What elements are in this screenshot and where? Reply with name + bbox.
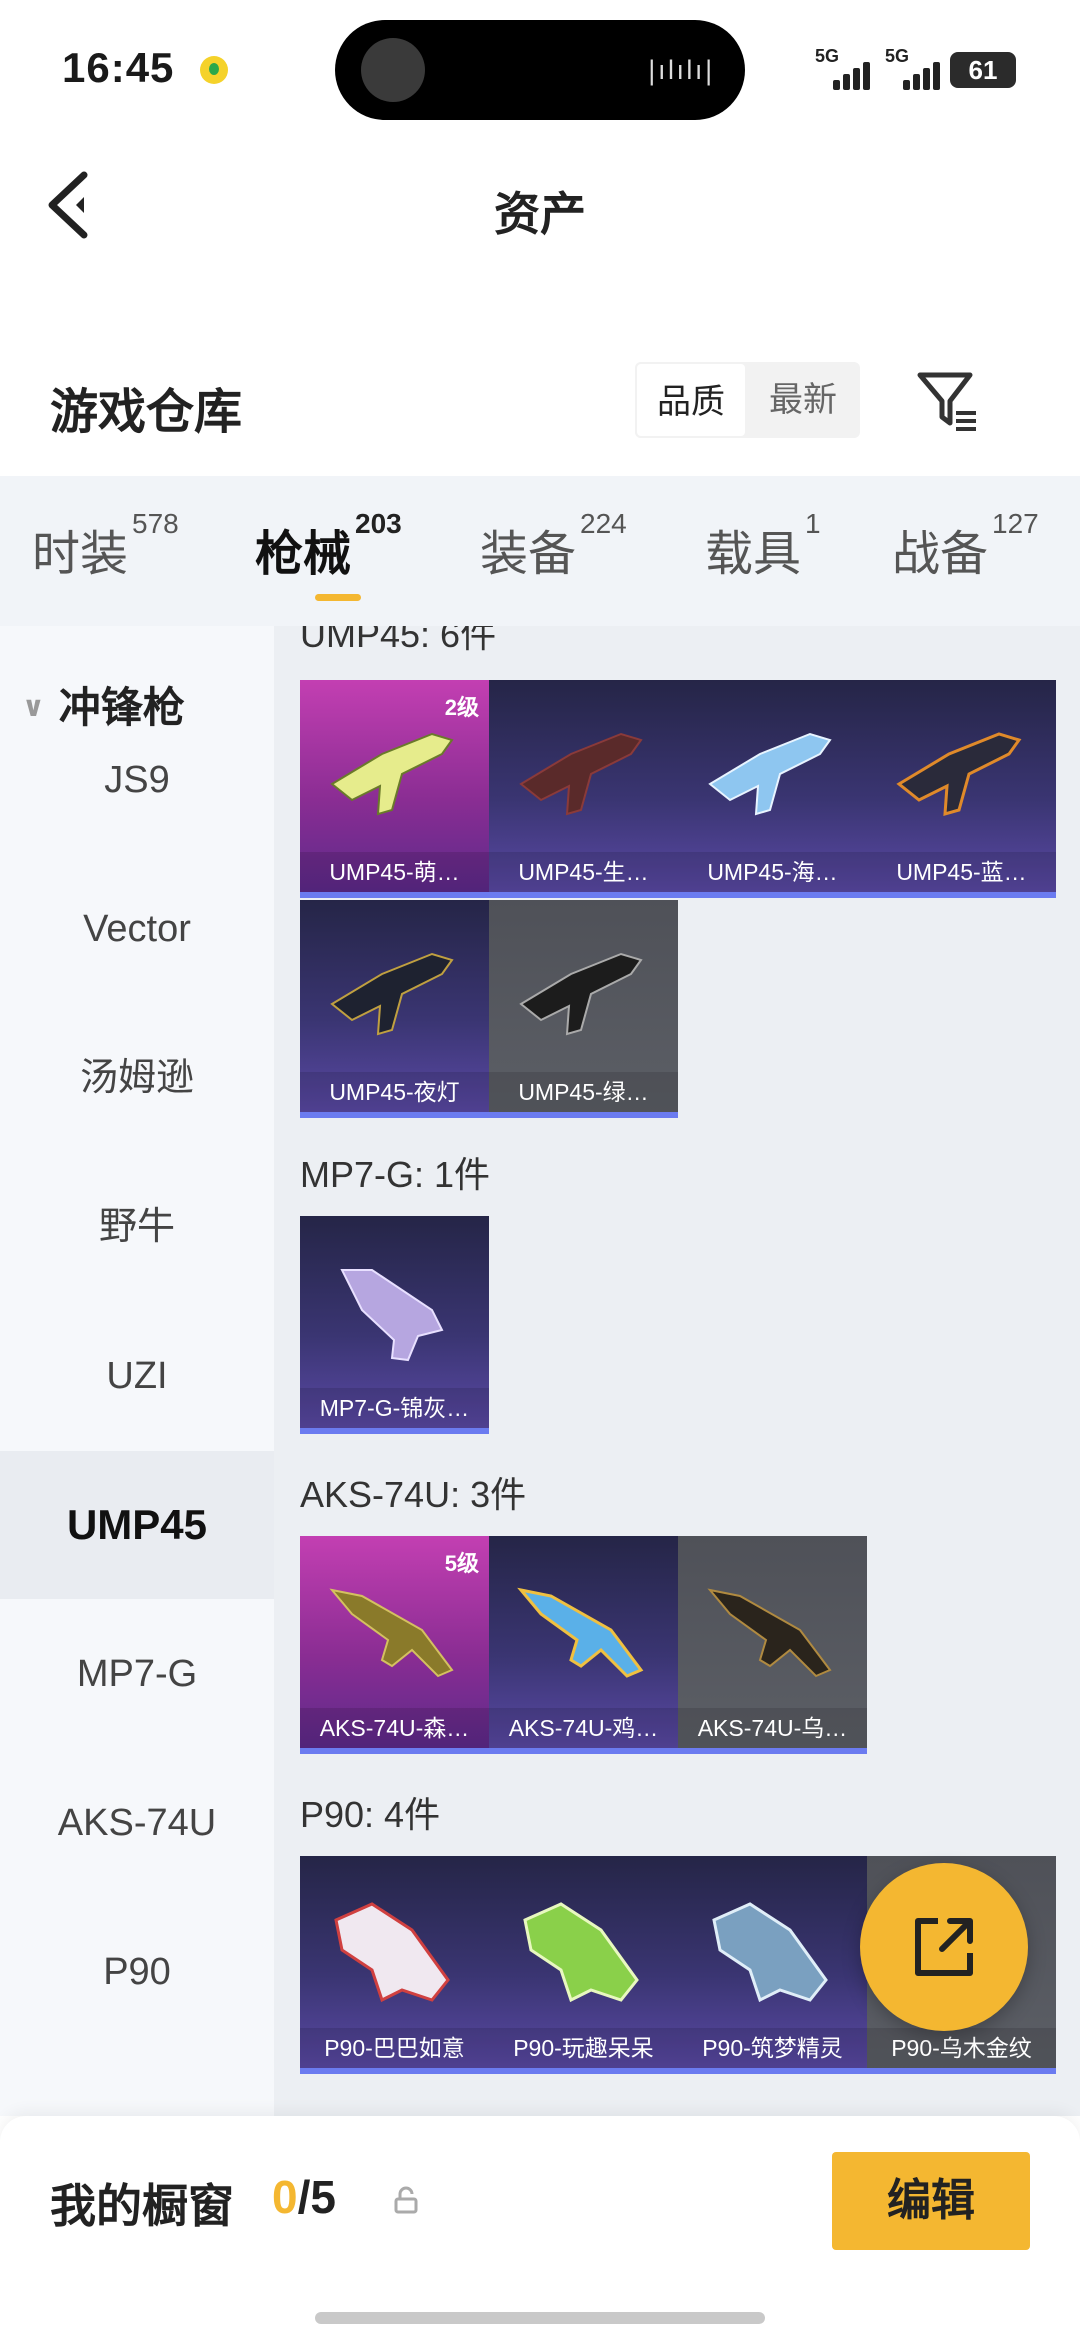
weapon-name: UMP45-海… <box>678 852 867 892</box>
tab-guns-label: 枪械 <box>255 528 352 581</box>
network-type-2: 5G <box>885 46 910 66</box>
tab-combat-gear-count: 127 <box>992 508 1039 539</box>
sidebar-item-ump45[interactable]: UMP45 <box>0 1451 274 1599</box>
gun-icon <box>329 1588 454 1678</box>
share-button[interactable] <box>860 1863 1028 2031</box>
warehouse-title: 游戏仓库 <box>50 386 243 439</box>
sidebar-item-uzi[interactable]: UZI <box>0 1302 274 1450</box>
gun-icon <box>523 1902 639 2003</box>
tab-vehicles-label: 载具 <box>705 528 802 581</box>
gun-icon <box>330 952 454 1036</box>
weapon-card[interactable]: UMP45-海… <box>678 680 867 898</box>
weapon-name: AKS-74U-森… <box>300 1708 489 1748</box>
filter-icon <box>917 372 976 431</box>
weapon-name: P90-巴巴如意 <box>300 2028 489 2068</box>
weapon-card[interactable]: 5级 AKS-74U-森… <box>300 1536 489 1754</box>
gun-icon <box>712 1902 828 2003</box>
weapon-card[interactable]: P90-筑梦精灵 <box>678 1856 867 2074</box>
tab-outfit-label: 时装 <box>32 528 129 581</box>
gun-icon <box>896 732 1022 817</box>
signal-icon-1: 5G <box>815 46 875 90</box>
page-title: 资产 <box>494 188 586 240</box>
sort-newest-button[interactable]: 最新 <box>747 362 859 438</box>
audio-wave-icon: |ılılı| <box>647 56 715 86</box>
weapon-type-sidebar: ∨ 冲锋枪 JS9 Vector 汤姆逊 野牛 UZI UMP45 MP7-G A… <box>0 626 274 2116</box>
weapon-name: UMP45-萌… <box>300 852 489 892</box>
weapon-name: P90-玩趣呆呆 <box>489 2028 678 2068</box>
sort-toggle: 品质 最新 <box>635 362 860 438</box>
battery-indicator: 61 <box>950 52 1026 88</box>
home-indicator[interactable] <box>315 2312 765 2324</box>
weapon-name: P90-筑梦精灵 <box>678 2028 867 2068</box>
weapon-card[interactable]: 2级 UMP45-萌… <box>300 680 489 898</box>
weapon-name: UMP45-绿… <box>489 1072 678 1112</box>
share-icon <box>915 1918 973 1976</box>
weapon-card[interactable]: UMP45-夜灯 <box>300 900 489 1118</box>
tab-vehicles-count: 1 <box>805 508 821 539</box>
filter-button[interactable] <box>912 365 982 435</box>
status-bar: 16:45 |ılılı| 5G 5G 61 <box>0 0 1080 140</box>
weapon-card[interactable]: P90-玩趣呆呆 <box>489 1856 678 2074</box>
weapon-name: UMP45-蓝… <box>867 852 1056 892</box>
sort-quality-button[interactable]: 品质 <box>635 362 747 438</box>
edit-button[interactable]: 编辑 <box>832 2152 1030 2250</box>
active-tab-indicator <box>315 594 361 601</box>
tab-outfit-count: 578 <box>132 508 179 539</box>
sidebar-item-js9[interactable]: JS9 <box>0 706 274 854</box>
gun-icon <box>707 1588 832 1678</box>
weapon-card[interactable]: MP7-G-锦灰… <box>300 1216 489 1434</box>
showcase-count: 0/5 <box>272 2170 336 2224</box>
now-playing-avatar <box>361 38 425 102</box>
tab-equipment-label: 装备 <box>480 528 577 581</box>
sidebar-item-p90[interactable]: P90 <box>0 1898 274 2046</box>
weapon-name: AKS-74U-乌… <box>678 1708 867 1748</box>
showcase-total: /5 <box>297 2171 336 2223</box>
weapon-name: AKS-74U-鸡… <box>489 1708 678 1748</box>
sidebar-item-mp7g[interactable]: MP7-G <box>0 1600 274 1748</box>
status-time: 16:45 <box>62 44 175 91</box>
weapon-card[interactable]: UMP45-生… <box>489 680 678 898</box>
weapon-name: UMP45-夜灯 <box>300 1072 489 1112</box>
signal-icon-2: 5G <box>885 46 945 90</box>
weapon-card[interactable]: UMP45-绿… <box>489 900 678 1118</box>
showcase-current: 0 <box>272 2171 298 2223</box>
weapon-name: UMP45-生… <box>489 852 678 892</box>
gun-icon <box>708 732 832 816</box>
tab-vehicles[interactable]: 载具1 <box>705 508 821 584</box>
weapon-name: MP7-G-锦灰… <box>300 1388 489 1428</box>
sidebar-item-vector[interactable]: Vector <box>0 855 274 1003</box>
dynamic-island: |ılılı| <box>335 20 745 120</box>
sidebar-item-bizon[interactable]: 野牛 <box>0 1153 274 1301</box>
gun-icon <box>330 732 454 816</box>
network-type-1: 5G <box>815 46 840 66</box>
gun-icon <box>519 952 643 1036</box>
lock-icon <box>394 2186 418 2214</box>
weapon-card[interactable]: P90-巴巴如意 <box>300 1856 489 2074</box>
sidebar-item-thompson[interactable]: 汤姆逊 <box>0 1004 274 1152</box>
weapon-card[interactable]: AKS-74U-乌… <box>678 1536 867 1754</box>
sidebar-item-aks74u[interactable]: AKS-74U <box>0 1749 274 1897</box>
section-title-mp7g: MP7-G: 1件 <box>300 1154 491 1195</box>
tab-combat-gear[interactable]: 战备127 <box>892 508 1039 584</box>
section-title-ump45: UMP45: 6件 <box>300 626 497 655</box>
showcase-label: 我的橱窗 <box>50 2180 234 2232</box>
weapon-card[interactable]: UMP45-蓝… <box>867 680 1056 898</box>
gun-icon <box>517 1587 644 1678</box>
tab-outfit[interactable]: 时装578 <box>32 508 179 584</box>
section-title-p90: P90: 4件 <box>300 1794 441 1835</box>
gun-icon <box>340 1269 444 1362</box>
music-app-icon <box>200 56 228 84</box>
gun-icon <box>334 1902 450 2003</box>
weapon-name: P90-乌木金纹 <box>867 2028 1056 2068</box>
tab-guns-count: 203 <box>355 508 402 539</box>
tab-guns[interactable]: 枪械203 <box>255 508 402 584</box>
tab-combat-gear-label: 战备 <box>892 528 989 581</box>
weapon-card[interactable]: AKS-74U-鸡… <box>489 1536 678 1754</box>
category-tabs: 时装578 枪械203 装备224 载具1 战备127 <box>0 476 1080 626</box>
section-title-aks74u: AKS-74U: 3件 <box>300 1474 527 1515</box>
tab-equipment-count: 224 <box>580 508 627 539</box>
gun-icon <box>519 732 643 816</box>
tab-equipment[interactable]: 装备224 <box>480 508 627 584</box>
